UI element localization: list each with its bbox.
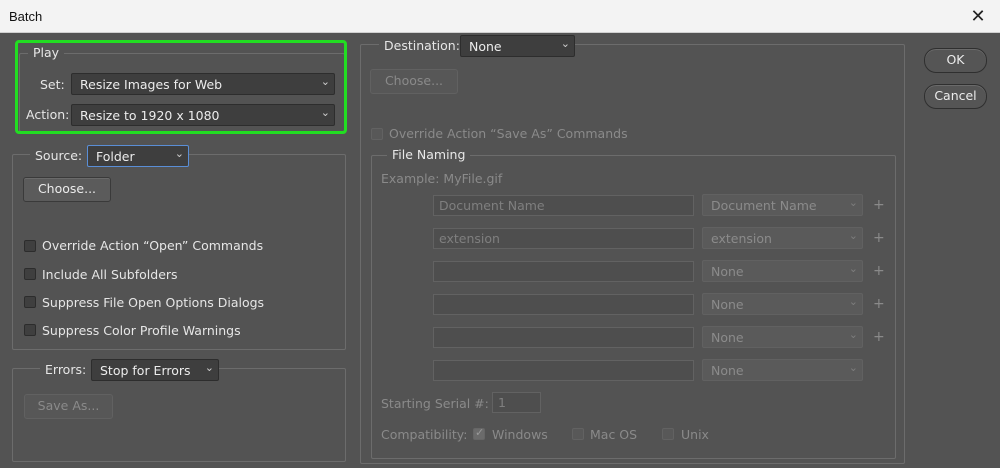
override-open-label: Override Action “Open” Commands [42, 238, 264, 253]
check-icon: ✓ [475, 426, 485, 439]
example-text: Example: MyFile.gif [381, 171, 503, 186]
chevron-down-icon: ⌄ [848, 262, 858, 275]
title-bar: Batch ✕ [0, 0, 1000, 33]
naming-select-5-value: None [711, 330, 744, 345]
serial-input[interactable]: 1 [492, 392, 541, 413]
naming-field-3[interactable] [433, 261, 694, 282]
add-row-icon[interactable]: + [873, 197, 885, 213]
naming-select-2-value: extension [711, 231, 772, 246]
errors-select[interactable]: Stop for Errors ⌄ [91, 359, 219, 381]
suppress-open-options-checkbox[interactable] [24, 296, 36, 308]
naming-select-2[interactable]: extension ⌄ [702, 227, 863, 249]
close-icon[interactable]: ✕ [956, 0, 1000, 32]
suppress-color-profile-label: Suppress Color Profile Warnings [42, 323, 241, 338]
errors-label: Errors: [40, 362, 92, 377]
naming-select-6[interactable]: None ⌄ [702, 359, 863, 381]
add-row-icon[interactable]: + [873, 230, 885, 246]
chevron-down-icon: ⌄ [848, 229, 858, 242]
chevron-down-icon: ⌄ [848, 361, 858, 374]
override-save-as-checkbox[interactable] [371, 128, 383, 140]
errors-save-as-button[interactable]: Save As... [24, 394, 113, 419]
suppress-open-options-label: Suppress File Open Options Dialogs [42, 295, 265, 310]
compat-windows-label: Windows [492, 427, 548, 442]
chevron-down-icon: ⌄ [560, 37, 570, 50]
source-label: Source: [30, 148, 88, 163]
destination-select[interactable]: None ⌄ [460, 35, 575, 57]
chevron-down-icon: ⌄ [848, 295, 858, 308]
dialog-body: Play Set: Resize Images for Web ⌄ Action… [0, 33, 1000, 468]
naming-select-4[interactable]: None ⌄ [702, 293, 863, 315]
add-row-icon[interactable]: + [873, 296, 885, 312]
chevron-down-icon: ⌄ [848, 328, 858, 341]
naming-select-1[interactable]: Document Name ⌄ [702, 194, 863, 216]
ok-button[interactable]: OK [924, 48, 987, 73]
naming-select-1-value: Document Name [711, 198, 817, 213]
source-choose-button[interactable]: Choose... [23, 177, 111, 202]
naming-select-3-value: None [711, 264, 744, 279]
destination-label: Destination: [379, 38, 465, 53]
file-naming-legend: File Naming [387, 147, 471, 162]
play-highlight-frame [15, 40, 347, 134]
naming-field-2[interactable]: extension [433, 228, 694, 249]
chevron-down-icon: ⌄ [204, 361, 214, 374]
compat-macos-label: Mac OS [590, 427, 638, 442]
compat-unix-checkbox[interactable] [662, 428, 674, 440]
suppress-color-profile-checkbox[interactable] [24, 324, 36, 336]
cancel-button[interactable]: Cancel [924, 84, 987, 109]
add-row-icon[interactable]: + [873, 329, 885, 345]
destination-select-value: None [469, 39, 502, 54]
errors-select-value: Stop for Errors [100, 363, 191, 378]
naming-field-4[interactable] [433, 294, 694, 315]
naming-field-1[interactable]: Document Name [433, 195, 694, 216]
include-subfolders-label: Include All Subfolders [42, 267, 178, 282]
naming-field-6[interactable] [433, 360, 694, 381]
compatibility-label: Compatibility: [381, 427, 468, 442]
source-select[interactable]: Folder ⌄ [87, 145, 189, 167]
include-subfolders-checkbox[interactable] [24, 268, 36, 280]
window-title: Batch [9, 9, 43, 24]
serial-label: Starting Serial #: [381, 396, 489, 411]
compat-unix-label: Unix [681, 427, 709, 442]
add-row-icon[interactable]: + [873, 263, 885, 279]
compat-macos-checkbox[interactable] [572, 428, 584, 440]
destination-choose-button[interactable]: Choose... [370, 69, 458, 94]
compat-windows-checkbox[interactable]: ✓ [473, 426, 485, 440]
naming-select-6-value: None [711, 363, 744, 378]
override-open-checkbox[interactable] [24, 240, 36, 252]
naming-select-4-value: None [711, 297, 744, 312]
naming-select-5[interactable]: None ⌄ [702, 326, 863, 348]
naming-select-3[interactable]: None ⌄ [702, 260, 863, 282]
chevron-down-icon: ⌄ [848, 196, 858, 209]
naming-field-5[interactable] [433, 327, 694, 348]
chevron-down-icon: ⌄ [174, 147, 184, 160]
source-select-value: Folder [96, 149, 135, 164]
override-save-as-label: Override Action “Save As” Commands [389, 126, 628, 141]
